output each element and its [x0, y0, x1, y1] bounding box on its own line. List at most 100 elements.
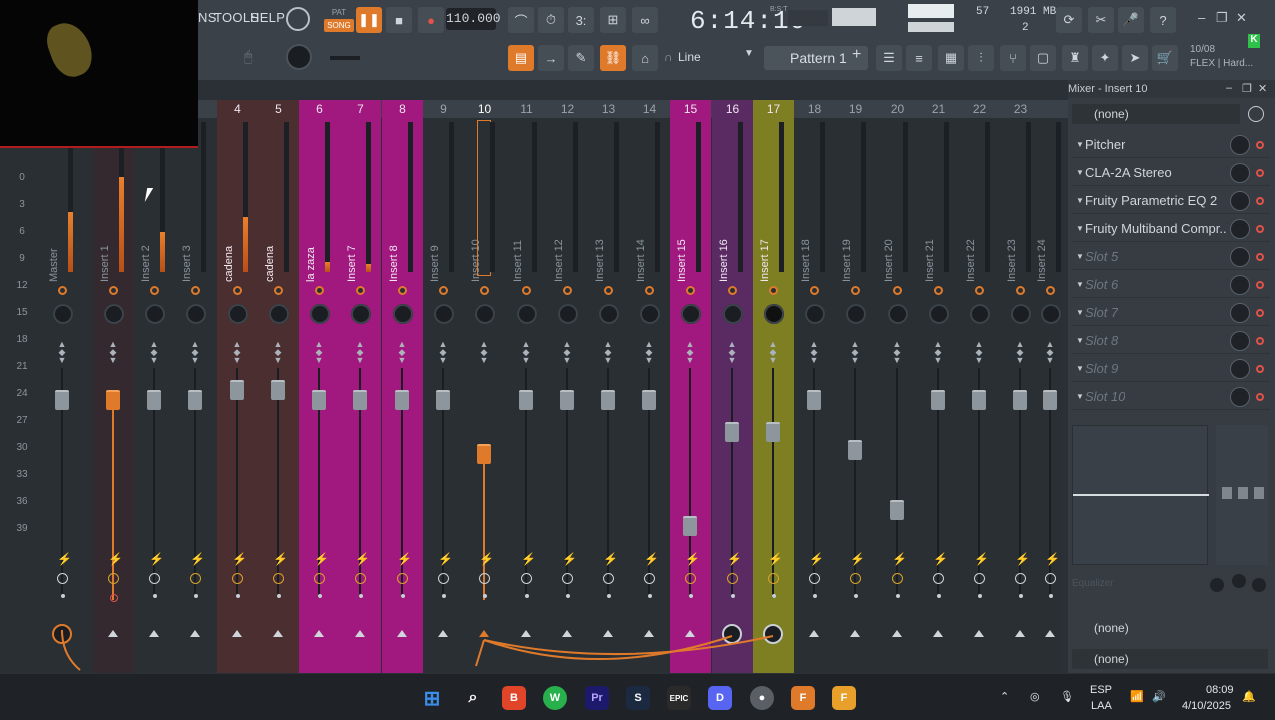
- eq-slider-3[interactable]: [1254, 487, 1264, 499]
- slot-menu-icon[interactable]: ▼: [1076, 300, 1084, 326]
- slot-menu-icon[interactable]: ▼: [1076, 244, 1084, 270]
- effect-slot[interactable]: ▼ Slot 8: [1072, 328, 1270, 354]
- record-arm-dot[interactable]: [731, 594, 735, 598]
- latency-clock-icon[interactable]: [603, 573, 614, 584]
- pan-knob[interactable]: [517, 304, 537, 324]
- latency-clock-icon[interactable]: [892, 573, 903, 584]
- steam-icon[interactable]: S: [626, 686, 650, 710]
- epic-games-icon[interactable]: EPIC: [667, 686, 691, 710]
- channel-name[interactable]: Insert 9: [429, 202, 441, 282]
- undo-icon[interactable]: ⟳: [1056, 7, 1082, 33]
- browser-icon[interactable]: ⑂: [1000, 45, 1026, 71]
- record-arm-dot[interactable]: [978, 594, 982, 598]
- effect-slot[interactable]: ▼ CLA-2A Stereo: [1072, 160, 1270, 186]
- eq-sliders[interactable]: [1216, 425, 1268, 565]
- effects-bolt-icon[interactable]: ⚡: [974, 552, 989, 566]
- mute-switch[interactable]: [150, 286, 159, 295]
- channel-name[interactable]: cadena: [264, 202, 276, 282]
- latency-clock-icon[interactable]: [190, 573, 201, 584]
- swap-arrows-icon[interactable]: ▲ ◆ ▼: [1044, 340, 1056, 365]
- effects-bolt-icon[interactable]: ⚡: [892, 552, 907, 566]
- pan-knob[interactable]: [186, 304, 206, 324]
- piano-roll-icon[interactable]: ≡: [906, 45, 932, 71]
- record-arm-dot[interactable]: [896, 594, 900, 598]
- channel-name[interactable]: Insert 1: [99, 202, 111, 282]
- record-arm-dot[interactable]: [236, 594, 240, 598]
- effects-bolt-icon[interactable]: ⚡: [521, 552, 536, 566]
- fl-studio-icon[interactable]: F: [791, 686, 815, 710]
- slot-mix-knob[interactable]: [1230, 387, 1250, 407]
- search-icon[interactable]: ⌕: [461, 686, 485, 710]
- slot-mix-knob[interactable]: [1230, 247, 1250, 267]
- panel-close-icon[interactable]: ✕: [1258, 82, 1267, 95]
- premiere-icon[interactable]: Pr: [585, 686, 609, 710]
- minimize-icon[interactable]: –: [1198, 10, 1205, 25]
- volume-fader[interactable]: [1013, 390, 1027, 410]
- mixer-channel[interactable]: Insert 20 ▲ ◆ ▼ ⚡: [877, 118, 918, 673]
- volume-fader[interactable]: [807, 390, 821, 410]
- volume-fader[interactable]: [642, 390, 656, 410]
- volume-fader[interactable]: [230, 380, 244, 400]
- preset-clock-icon[interactable]: [1248, 106, 1264, 122]
- discord-icon[interactable]: D: [708, 686, 732, 710]
- pan-knob[interactable]: [888, 304, 908, 324]
- mixer-channel[interactable]: Insert 22 ▲ ◆ ▼ ⚡: [959, 118, 1000, 673]
- volume-fader[interactable]: [519, 390, 533, 410]
- mute-switch[interactable]: [109, 286, 118, 295]
- volume-fader[interactable]: [766, 422, 780, 442]
- mute-switch[interactable]: [851, 286, 860, 295]
- slot-enable-switch[interactable]: [1256, 393, 1264, 401]
- swap-arrows-icon[interactable]: ▲ ◆ ▼: [56, 340, 68, 365]
- mute-switch[interactable]: [315, 286, 324, 295]
- slot-enable-switch[interactable]: [1256, 253, 1264, 261]
- slot-mix-knob[interactable]: [1230, 135, 1250, 155]
- swap-arrows-icon[interactable]: ▲ ◆ ▼: [643, 340, 655, 365]
- mute-switch[interactable]: [233, 286, 242, 295]
- mixer-channel[interactable]: cadena ▲ ◆ ▼ ⚡: [217, 118, 258, 673]
- effects-bolt-icon[interactable]: ⚡: [355, 552, 370, 566]
- mixer-channel[interactable]: Insert 10 ▲ ◆ ▼ ⚡: [464, 118, 505, 673]
- pattern-prev-icon[interactable]: ▼: [744, 48, 754, 59]
- record-arm-dot[interactable]: [401, 594, 405, 598]
- record-arm-dot[interactable]: [153, 594, 157, 598]
- effect-slot[interactable]: ▼ Slot 6: [1072, 272, 1270, 298]
- swap-arrows-icon[interactable]: ▲ ◆ ▼: [354, 340, 366, 365]
- effect-slot[interactable]: ▼ Fruity Parametric EQ 2: [1072, 188, 1270, 214]
- swap-arrows-icon[interactable]: ▲ ◆ ▼: [313, 340, 325, 365]
- swap-arrows-icon[interactable]: ▲ ◆ ▼: [437, 340, 449, 365]
- volume-fader[interactable]: [55, 390, 69, 410]
- mixer-channel[interactable]: Insert 2 ▲ ◆ ▼ ⚡: [134, 118, 175, 673]
- channel-rack-icon[interactable]: ▦: [938, 45, 964, 71]
- channel-name[interactable]: Insert 14: [635, 202, 647, 282]
- slot-mix-knob[interactable]: [1230, 219, 1250, 239]
- pan-knob[interactable]: [764, 304, 784, 324]
- channel-name[interactable]: cadena: [223, 202, 235, 282]
- slot-mix-knob[interactable]: [1230, 331, 1250, 351]
- channel-name[interactable]: Master: [48, 202, 60, 282]
- volume-fader[interactable]: [271, 380, 285, 400]
- record-arm-dot[interactable]: [937, 594, 941, 598]
- volume-fader[interactable]: [477, 444, 491, 464]
- panel-maximize-icon[interactable]: ❐: [1242, 82, 1252, 95]
- slot-menu-icon[interactable]: ▼: [1076, 188, 1084, 214]
- bird-icon[interactable]: ➤: [1122, 45, 1148, 71]
- volume-fader[interactable]: [972, 390, 986, 410]
- swap-arrows-icon[interactable]: ▲ ◆ ▼: [148, 340, 160, 365]
- pan-knob[interactable]: [228, 304, 248, 324]
- record-arm-dot[interactable]: [359, 594, 363, 598]
- effects-bolt-icon[interactable]: ⚡: [933, 552, 948, 566]
- swap-arrows-icon[interactable]: ▲ ◆ ▼: [973, 340, 985, 365]
- effects-bolt-icon[interactable]: ⚡: [57, 552, 72, 566]
- panel-minimize-icon[interactable]: –: [1226, 82, 1232, 94]
- slot-menu-icon[interactable]: ▼: [1076, 132, 1084, 158]
- stamp-icon[interactable]: ⌂: [632, 45, 658, 71]
- pan-knob[interactable]: [434, 304, 454, 324]
- eq-slider-1[interactable]: [1222, 487, 1232, 499]
- mute-switch[interactable]: [191, 286, 200, 295]
- pan-knob[interactable]: [1041, 304, 1061, 324]
- pan-knob[interactable]: [723, 304, 743, 324]
- mixer-channel[interactable]: Insert 21 ▲ ◆ ▼ ⚡: [918, 118, 959, 673]
- mute-switch[interactable]: [480, 286, 489, 295]
- effects-bolt-icon[interactable]: ⚡: [850, 552, 865, 566]
- mixer-channel[interactable]: Master ▲ ◆ ▼ ⚡: [42, 118, 83, 673]
